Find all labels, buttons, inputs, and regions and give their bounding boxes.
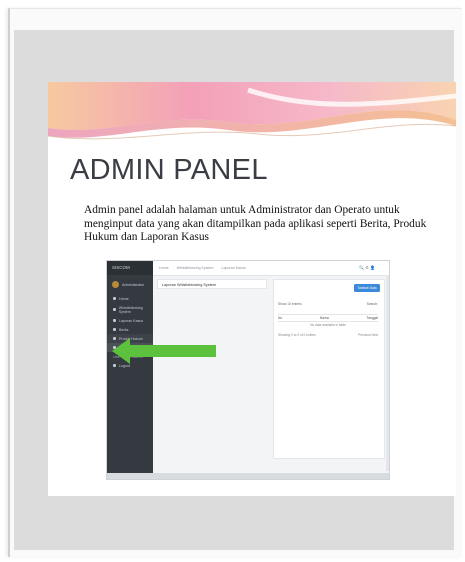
table-controls: Show 10 entries Search:: [278, 302, 378, 306]
table-footer: Showing 0 to 0 of 0 entries Previous Nex…: [278, 333, 378, 337]
slide-title: ADMIN PANEL: [70, 154, 268, 186]
slide-body-text: Admin panel adalah halaman untuk Adminis…: [84, 204, 427, 243]
admin-topbar: Home Whistleblowing System Laporan Kasus…: [153, 261, 389, 276]
sidebar-item-berita[interactable]: Berita: [107, 325, 153, 334]
table-info: Showing 0 to 0 of 0 entries: [278, 333, 316, 337]
topbar-icons[interactable]: 🔍 ⚙ 👤: [359, 265, 375, 270]
top-link-home[interactable]: Home: [159, 266, 169, 270]
admin-sidebar: SISCOM Administrator Home Whistleblowing…: [107, 261, 153, 479]
top-link-laporan[interactable]: Laporan Kasus: [222, 266, 246, 270]
sidebar-item-label: Laporan Kasus: [119, 318, 144, 323]
show-entries-select[interactable]: Show 10 entries: [278, 302, 302, 306]
logout-icon: [113, 364, 116, 367]
scrollbar[interactable]: [386, 275, 389, 471]
admin-panel-screenshot: SISCOM Administrator Home Whistleblowing…: [106, 260, 390, 480]
search-label: Search:: [366, 302, 378, 306]
sidebar-user: Administrator: [112, 281, 153, 288]
sidebar-item-label: Home: [119, 296, 129, 301]
add-data-button[interactable]: Tambah Data: [354, 284, 380, 292]
decorative-wave: [48, 82, 456, 152]
folder-icon: [113, 308, 116, 311]
home-icon: [113, 297, 116, 300]
pagination[interactable]: Previous Next: [358, 333, 378, 337]
column-header-no[interactable]: No: [278, 316, 282, 320]
empty-table-message: No data available in table: [310, 323, 346, 327]
avatar: [112, 281, 119, 288]
status-footer: [107, 473, 389, 479]
slide: ADMIN PANEL Admin panel adalah halaman u…: [48, 82, 456, 496]
sidebar-item-home[interactable]: Home: [107, 294, 153, 303]
sidebar-user-name: Administrator: [122, 282, 145, 287]
sidebar-brand: SISCOM: [107, 261, 153, 275]
left-card-title: Laporan Whistleblowing System: [157, 279, 267, 289]
data-table-card: Tambah Data Show 10 entries Search: No N…: [273, 279, 385, 459]
sidebar-item-wbs[interactable]: Whistleblowing System: [107, 303, 153, 316]
column-header-name[interactable]: Nama: [320, 316, 329, 320]
sidebar-item-label: Whistleblowing System: [118, 305, 143, 314]
sidebar-item-label: Logout: [119, 363, 130, 368]
green-arrow-icon: [112, 338, 216, 364]
sidebar-item-laporan[interactable]: Laporan Kasus: [107, 316, 153, 325]
top-link-wbs[interactable]: Whistleblowing System: [177, 266, 214, 270]
news-icon: [113, 328, 116, 331]
column-header-date[interactable]: Tanggal: [366, 316, 378, 320]
table-header: No Nama Tanggal: [278, 314, 378, 322]
file-icon: [113, 319, 116, 322]
sidebar-item-label: Berita: [119, 327, 129, 332]
